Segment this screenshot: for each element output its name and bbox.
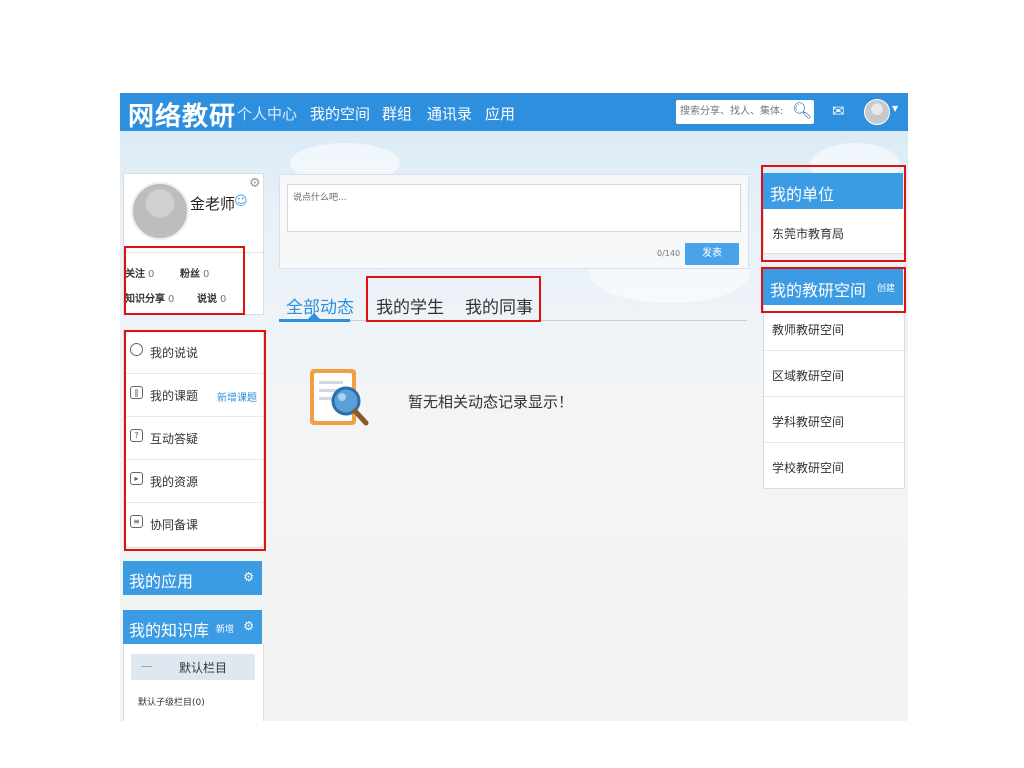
annotation-box-menu (124, 330, 266, 551)
nav-apps[interactable]: 应用 (485, 103, 515, 124)
empty-search-icon (310, 369, 369, 426)
nav-contacts[interactable]: 通讯录 (427, 103, 472, 124)
chevron-down-icon[interactable]: ▼ (892, 104, 898, 113)
gear-icon[interactable]: ⚙ (249, 176, 261, 191)
list-item-label: 教师教研空间 (772, 323, 845, 337)
gear-icon[interactable]: ⚙ (243, 619, 254, 633)
my-apps-panel[interactable]: 我的应用 ⚙ (123, 561, 262, 595)
search-box: 🔍︎ (676, 100, 814, 124)
user-name[interactable]: 金老师 (190, 193, 235, 214)
user-badge-icon: ☺ (234, 194, 248, 209)
knowledge-base-body: — 默认栏目 默认子级栏目(0) (123, 644, 264, 721)
column-label: 默认栏目 (179, 661, 228, 675)
publish-button[interactable]: 发表 (685, 243, 739, 265)
nav-my-space[interactable]: 我的空间 (310, 103, 370, 124)
panel-title: 我的应用 (129, 572, 194, 591)
annotation-box-tabs (366, 276, 541, 322)
char-counter: 0/140 (657, 249, 681, 258)
active-tab-caret (308, 313, 320, 319)
site-logo[interactable]: 网络教研 (128, 96, 236, 133)
list-item-label: 区域教研空间 (772, 369, 845, 383)
annotation-box-unit (761, 165, 906, 262)
sub-column-link[interactable]: 默认子级栏目(0) (138, 695, 205, 708)
search-input[interactable] (680, 103, 788, 119)
add-knowledge-link[interactable]: 新增 (216, 622, 234, 635)
user-avatar-menu[interactable] (864, 99, 890, 125)
annotation-box-stats (124, 246, 245, 315)
top-navigation-bar: 网络教研 个人中心 我的空间 群组 通讯录 应用 🔍︎ ✉ ▼ (120, 93, 908, 133)
post-composer: 说点什么吧... 0/140 发表 (279, 174, 749, 269)
research-space-region[interactable]: 区域教研空间 (764, 351, 904, 397)
search-icon[interactable]: 🔍︎ (792, 101, 812, 120)
knowledge-base-panel: 我的知识库 新增 ⚙ (123, 610, 262, 644)
nav-personal-center[interactable]: 个人中心 (237, 103, 297, 124)
avatar[interactable] (131, 182, 189, 240)
list-item-label: 学校教研空间 (772, 461, 845, 475)
annotation-box-research-space (761, 267, 906, 313)
panel-title: 我的知识库 (129, 621, 210, 640)
research-space-subject[interactable]: 学科教研空间 (764, 397, 904, 443)
default-column[interactable]: — 默认栏目 (131, 654, 255, 680)
list-item-label: 学科教研空间 (772, 415, 845, 429)
empty-state-message: 暂无相关动态记录显示！ (408, 393, 574, 411)
active-tab-indicator (279, 319, 350, 322)
nav-groups[interactable]: 群组 (382, 103, 412, 124)
app-window: 网络教研 个人中心 我的空间 群组 通讯录 应用 🔍︎ ✉ ▼ ⚙ 金老师 ☺ … (120, 93, 908, 721)
research-space-list: 教师教研空间 区域教研空间 学科教研空间 学校教研空间 (763, 305, 905, 489)
mail-icon[interactable]: ✉ (832, 102, 845, 120)
gear-icon[interactable]: ⚙ (243, 570, 254, 584)
collapse-toggle[interactable]: — (141, 659, 153, 673)
research-space-school[interactable]: 学校教研空间 (764, 443, 904, 488)
post-textarea[interactable]: 说点什么吧... (287, 184, 741, 232)
post-placeholder: 说点什么吧... (293, 193, 347, 203)
tab-all-activity[interactable]: 全部动态 (286, 293, 354, 318)
